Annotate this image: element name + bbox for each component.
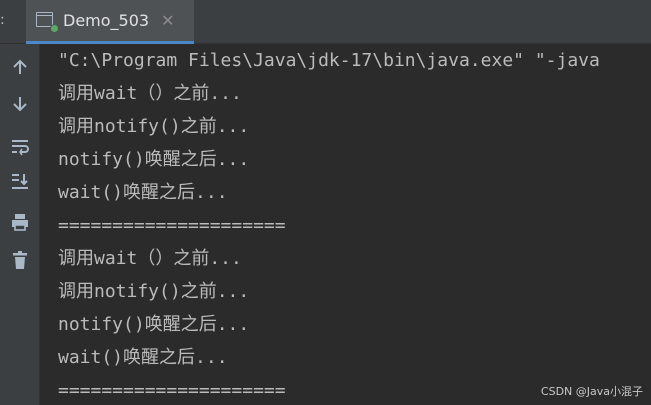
console-line: "C:\Program Files\Java\jdk-17\bin\java.e…	[58, 50, 600, 71]
console-line: notify()唤醒之后...	[58, 314, 250, 335]
console-line: notify()唤醒之后...	[58, 149, 250, 170]
trash-icon	[13, 251, 27, 269]
console-line: 调用notify()之前...	[58, 281, 250, 302]
tabbar-prefix: :	[0, 12, 5, 28]
running-status-dot	[50, 23, 59, 33]
scroll-to-end-icon	[12, 174, 28, 189]
tab-demo-503[interactable]: Demo_503 ✕	[26, 0, 194, 44]
console-line: 调用wait（）之前...	[58, 248, 242, 269]
console-toolbar	[0, 44, 40, 405]
console-line: 调用notify()之前...	[58, 116, 250, 137]
run-console-icon	[36, 11, 59, 33]
tab-title: Demo_503	[63, 11, 150, 30]
console-line: 调用wait（）之前...	[58, 83, 242, 104]
scroll-up-button[interactable]	[8, 55, 32, 79]
console-output[interactable]: "C:\Program Files\Java\jdk-17\bin\java.e…	[41, 44, 651, 405]
console-line: =====================	[58, 380, 286, 401]
arrow-up-icon	[13, 59, 27, 74]
console-line: =====================	[58, 215, 286, 236]
soft-wrap-button[interactable]	[8, 135, 32, 159]
print-button[interactable]	[8, 210, 32, 234]
printer-icon	[12, 214, 28, 231]
watermark: CSDN @Java小混子	[540, 385, 643, 398]
console-line: wait()唤醒之后...	[58, 182, 228, 203]
close-icon[interactable]: ✕	[161, 11, 174, 30]
scroll-to-end-button[interactable]	[8, 169, 32, 193]
run-tab-bar: : Demo_503 ✕	[0, 0, 651, 44]
clear-all-button[interactable]	[8, 248, 32, 272]
arrow-down-icon	[13, 97, 27, 112]
console-line: wait()唤醒之后...	[58, 347, 228, 368]
soft-wrap-icon	[12, 140, 29, 156]
scroll-down-button[interactable]	[8, 92, 32, 116]
